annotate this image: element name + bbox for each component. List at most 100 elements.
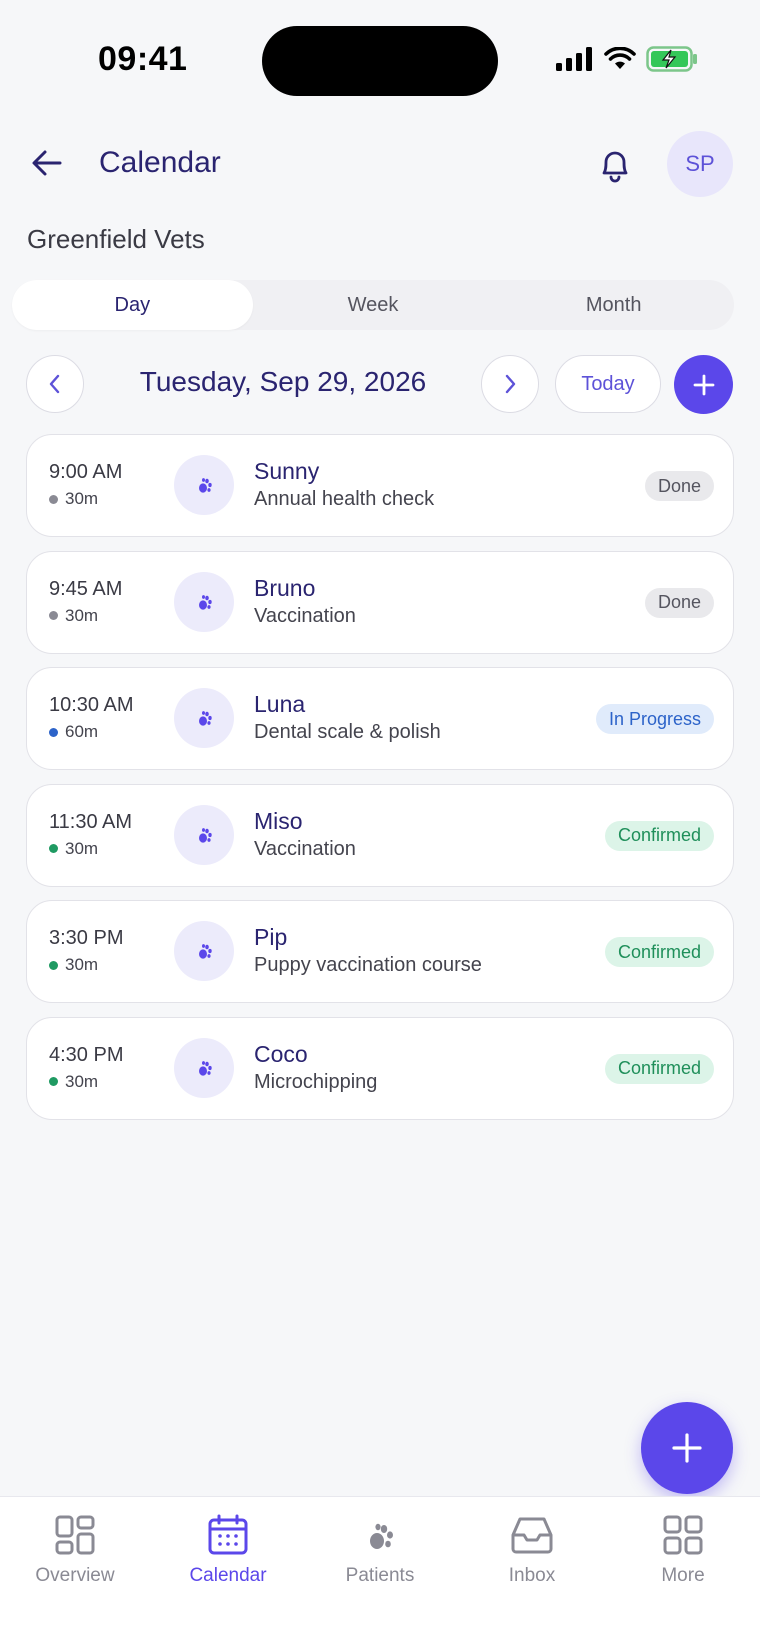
status-dot bbox=[49, 1077, 58, 1086]
appointment-duration: 30m bbox=[49, 489, 98, 509]
tab-inbox[interactable]: Inbox bbox=[462, 1511, 602, 1587]
tab-week[interactable]: Week bbox=[253, 280, 494, 330]
more-grid-icon bbox=[659, 1511, 707, 1559]
tab-label: Overview bbox=[35, 1565, 115, 1586]
paw-icon bbox=[174, 455, 234, 515]
appointment-card[interactable]: 3:30 PM 30m Pip Puppy vaccination course… bbox=[26, 900, 734, 1003]
status-dot bbox=[49, 611, 58, 620]
signal-icon bbox=[556, 47, 592, 71]
service-name: Puppy vaccination course bbox=[254, 954, 482, 976]
appointment-duration: 30m bbox=[49, 606, 98, 626]
appointment-list: 9:00 AM 30m Sunny Annual health check Do… bbox=[26, 434, 734, 1133]
tab-label: Patients bbox=[345, 1565, 415, 1586]
battery-icon bbox=[646, 46, 697, 72]
appointment-time: 3:30 PM bbox=[49, 927, 124, 949]
appointment-duration: 30m bbox=[49, 839, 98, 859]
tab-patients[interactable]: Patients bbox=[310, 1511, 450, 1587]
dynamic-island bbox=[262, 26, 498, 96]
pet-name: Coco bbox=[254, 1040, 308, 1067]
tab-label: Calendar bbox=[189, 1565, 267, 1586]
appointment-card[interactable]: 9:45 AM 30m Bruno Vaccination Done bbox=[26, 550, 734, 654]
status-dot bbox=[49, 727, 58, 737]
notifications-button[interactable] bbox=[592, 142, 638, 188]
duration-label: 30m bbox=[65, 955, 99, 974]
tab-month[interactable]: Month bbox=[493, 280, 734, 330]
status-badge: Confirmed bbox=[604, 1053, 714, 1084]
plus-icon bbox=[672, 1433, 702, 1463]
wifi-icon bbox=[604, 47, 636, 69]
appointment-time: 9:00 AM bbox=[49, 461, 123, 483]
service-name: Vaccination bbox=[254, 837, 356, 860]
paw-icon bbox=[356, 1511, 404, 1559]
tab-label: More bbox=[661, 1565, 705, 1586]
page-title: Calendar bbox=[99, 146, 221, 179]
appointment-time: 11:30 AM bbox=[49, 810, 133, 833]
appointment-card[interactable]: 10:30 AM 60m Luna Dental scale & polish … bbox=[26, 667, 734, 770]
pet-name: Miso bbox=[254, 807, 303, 834]
status-dot bbox=[49, 844, 58, 853]
tab-label: Inbox bbox=[508, 1565, 556, 1586]
paw-icon bbox=[174, 688, 234, 748]
paw-icon bbox=[174, 1037, 234, 1098]
duration-label: 30m bbox=[65, 605, 99, 625]
back-button[interactable] bbox=[26, 142, 68, 184]
avatar[interactable]: SP bbox=[667, 131, 733, 197]
add-appointment-button[interactable] bbox=[674, 355, 733, 414]
appointment-card[interactable]: 4:30 PM 30m Coco Microchipping Confirmed bbox=[26, 1016, 734, 1120]
duration-label: 30m bbox=[65, 1071, 99, 1091]
view-segmented-control: Day Week Month bbox=[12, 280, 734, 330]
status-badge: Confirmed bbox=[604, 937, 714, 967]
appointment-time: 10:30 AM bbox=[49, 694, 134, 716]
tab-overview[interactable]: Overview bbox=[5, 1511, 145, 1587]
inbox-icon bbox=[508, 1511, 556, 1559]
appointment-duration: 30m bbox=[49, 955, 98, 975]
duration-label: 60m bbox=[65, 722, 99, 741]
service-name: Microchipping bbox=[254, 1070, 378, 1093]
status-badge: Done bbox=[644, 471, 714, 501]
bottom-tab-bar: Overview Calendar Patients Inbox More bbox=[0, 1496, 760, 1652]
paw-icon bbox=[174, 804, 234, 865]
next-day-button[interactable] bbox=[481, 355, 539, 413]
status-dot bbox=[49, 494, 58, 504]
current-date: Tuesday, Sep 29, 2026 bbox=[139, 366, 427, 397]
appointment-card[interactable]: 11:30 AM 30m Miso Vaccination Confirmed bbox=[26, 783, 734, 887]
status-time: 09:41 bbox=[98, 40, 188, 78]
today-button[interactable]: Today bbox=[555, 355, 661, 413]
clinic-name: Greenfield Vets bbox=[27, 224, 205, 254]
tab-calendar[interactable]: Calendar bbox=[158, 1511, 298, 1587]
tab-day[interactable]: Day bbox=[12, 280, 253, 330]
appointment-duration: 30m bbox=[49, 1072, 98, 1092]
pet-name: Bruno bbox=[254, 574, 316, 601]
duration-label: 30m bbox=[65, 838, 99, 858]
duration-label: 30m bbox=[65, 489, 99, 508]
arrow-left-icon bbox=[32, 150, 62, 176]
appointment-time: 9:45 AM bbox=[49, 577, 123, 600]
grid-icon bbox=[51, 1511, 99, 1559]
pet-name: Sunny bbox=[254, 458, 320, 484]
plus-icon bbox=[693, 374, 714, 395]
floating-add-button[interactable] bbox=[641, 1402, 733, 1494]
status-bar: 09:41 bbox=[0, 0, 760, 120]
status-badge: Done bbox=[644, 587, 714, 618]
service-name: Annual health check bbox=[254, 488, 435, 510]
paw-icon bbox=[174, 921, 234, 981]
calendar-icon bbox=[204, 1511, 252, 1559]
status-badge: In Progress bbox=[595, 704, 714, 734]
service-name: Dental scale & polish bbox=[254, 721, 441, 743]
previous-day-button[interactable] bbox=[26, 355, 84, 413]
status-icons bbox=[556, 46, 698, 72]
chevron-left-icon bbox=[49, 374, 60, 394]
pet-name: Luna bbox=[254, 691, 306, 717]
status-dot bbox=[49, 960, 58, 970]
service-name: Vaccination bbox=[254, 604, 356, 627]
status-badge: Confirmed bbox=[604, 820, 714, 851]
appointment-duration: 60m bbox=[49, 722, 98, 742]
bell-icon bbox=[602, 151, 628, 183]
app-header: Calendar SP bbox=[0, 130, 760, 197]
chevron-right-icon bbox=[505, 374, 516, 394]
pet-name: Pip bbox=[254, 924, 288, 950]
appointment-card[interactable]: 9:00 AM 30m Sunny Annual health check Do… bbox=[26, 434, 734, 537]
tab-more[interactable]: More bbox=[613, 1511, 753, 1587]
paw-icon bbox=[174, 571, 234, 632]
appointment-time: 4:30 PM bbox=[49, 1043, 124, 1066]
